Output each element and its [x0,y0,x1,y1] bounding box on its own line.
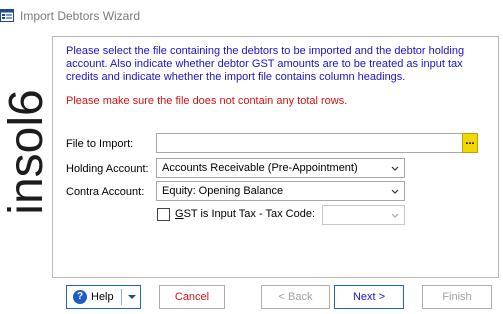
window-title: Import Debtors Wizard [20,9,141,23]
gst-label-accel: G [175,208,184,220]
warning-text: Please make sure the file does not conta… [66,95,348,107]
app-icon [0,9,14,22]
file-import-input[interactable] [156,133,463,153]
help-icon: ? [73,290,87,304]
contra-account-label: Contra Account: [66,186,145,198]
help-button[interactable]: ? Help [66,285,141,309]
holding-account-select[interactable]: Accounts Receivable (Pre-Appointment) [156,158,405,178]
chevron-down-icon [391,166,399,171]
chevron-down-icon [391,213,399,218]
holding-account-value: Accounts Receivable (Pre-Appointment) [162,162,358,174]
file-import-label: File to Import: [66,138,134,150]
help-divider [121,289,122,305]
brand-logo: insol6 [0,89,50,214]
next-button[interactable]: Next > [334,285,404,309]
contra-account-select[interactable]: Equity: Opening Balance [156,181,405,201]
brand-logo-text: insol6 [0,89,50,214]
gst-label-rest: ST is Input Tax - Tax Code: [183,208,316,220]
tax-code-select[interactable] [322,205,405,225]
intro-text: Please select the file containing the de… [66,45,465,83]
gst-input-tax-checkbox[interactable] [157,208,170,221]
title-bar: Import Debtors Wizard [0,0,503,30]
cancel-button[interactable]: Cancel [159,285,225,309]
help-button-label: Help [91,291,114,303]
browse-button[interactable]: ... [462,133,478,153]
finish-button[interactable]: Finish [422,285,492,309]
holding-account-label: Holding Account: [66,163,149,175]
back-button[interactable]: < Back [261,285,330,309]
contra-account-value: Equity: Opening Balance [162,185,284,197]
caret-down-icon[interactable] [127,286,137,308]
gst-input-tax-label[interactable]: GST is Input Tax - Tax Code: [175,208,315,220]
chevron-down-icon [391,189,399,194]
